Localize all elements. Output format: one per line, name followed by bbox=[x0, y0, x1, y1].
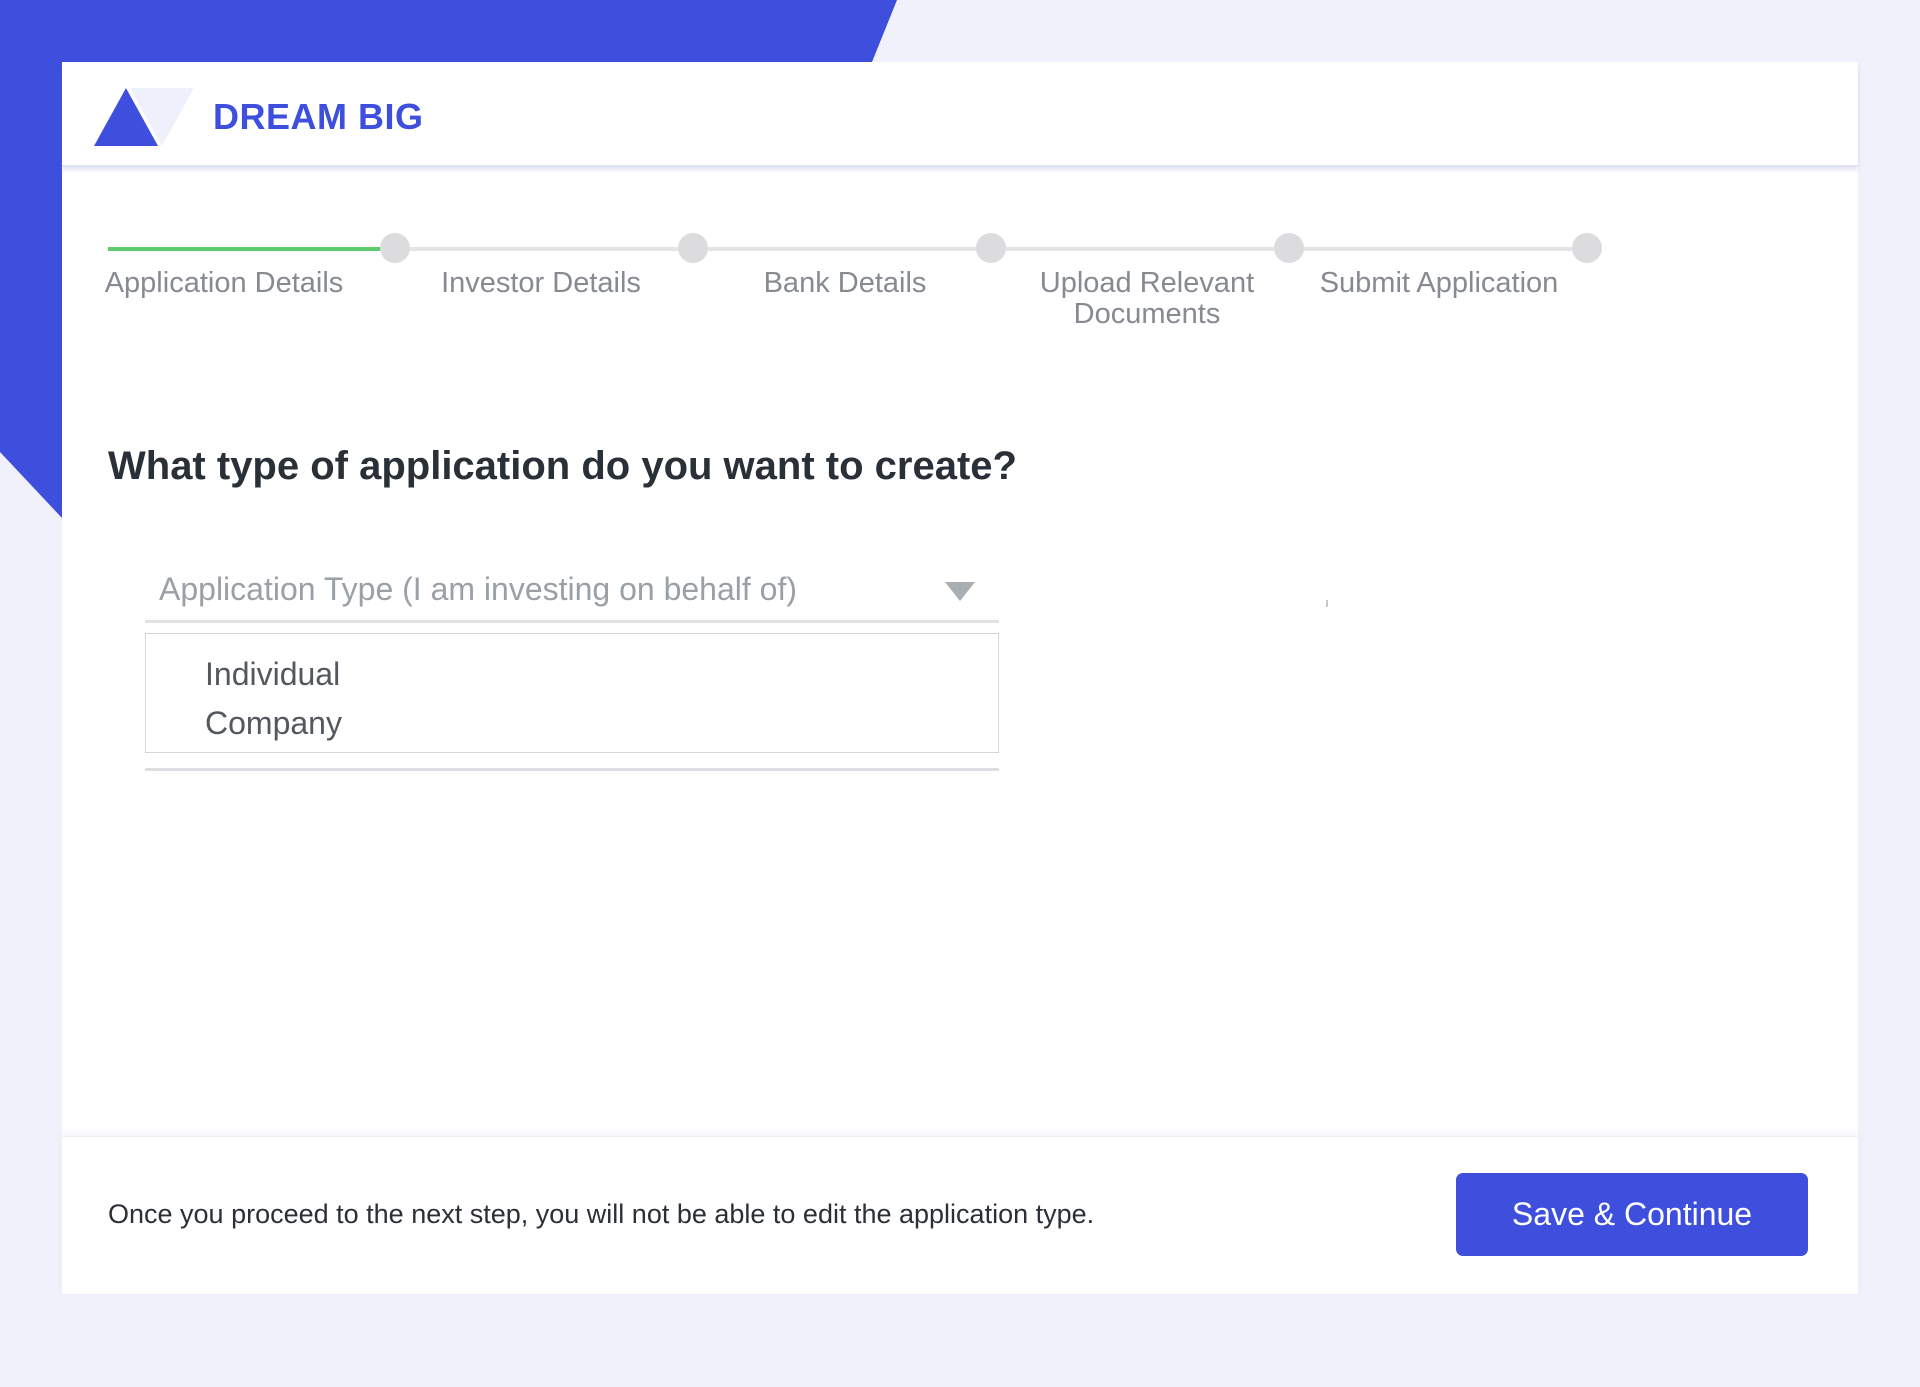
step-upload-documents[interactable]: Upload Relevant Documents bbox=[1017, 268, 1277, 330]
application-type-options: Individual Company bbox=[145, 633, 999, 753]
option-individual[interactable]: Individual bbox=[186, 650, 998, 699]
application-card: DREAM BIG Application Details Investor D… bbox=[62, 62, 1858, 1294]
text-cursor-mark bbox=[1326, 600, 1328, 607]
option-company[interactable]: Company bbox=[186, 699, 998, 748]
step-dot-6 bbox=[1572, 233, 1602, 263]
step-submit-application[interactable]: Submit Application bbox=[1309, 268, 1569, 299]
field-divider bbox=[145, 768, 999, 771]
step-dot-5 bbox=[1274, 233, 1304, 263]
step-connector-4 bbox=[988, 247, 1286, 251]
caret-down-icon[interactable] bbox=[945, 582, 975, 601]
step-application-details[interactable]: Application Details bbox=[94, 268, 354, 299]
page-question: What type of application do you want to … bbox=[108, 444, 1017, 488]
footer-note: Once you proceed to the next step, you w… bbox=[108, 1199, 1095, 1229]
step-connector-2 bbox=[392, 247, 690, 251]
step-dot-3 bbox=[678, 233, 708, 263]
application-type-placeholder: Application Type (I am investing on beha… bbox=[159, 571, 797, 607]
progress-stepper: Application Details Investor Details Ban… bbox=[62, 62, 1858, 362]
step-bank-details[interactable]: Bank Details bbox=[715, 268, 975, 299]
step-connector-3 bbox=[690, 247, 988, 251]
step-dot-4 bbox=[976, 233, 1006, 263]
application-type-select[interactable]: Application Type (I am investing on beha… bbox=[145, 560, 999, 623]
step-dot-2 bbox=[380, 233, 410, 263]
step-investor-details[interactable]: Investor Details bbox=[411, 268, 671, 299]
form-footer: Once you proceed to the next step, you w… bbox=[62, 1136, 1858, 1294]
save-continue-button[interactable]: Save & Continue bbox=[1456, 1173, 1808, 1256]
step-connector-1 bbox=[108, 247, 392, 251]
step-connector-5 bbox=[1286, 247, 1584, 251]
